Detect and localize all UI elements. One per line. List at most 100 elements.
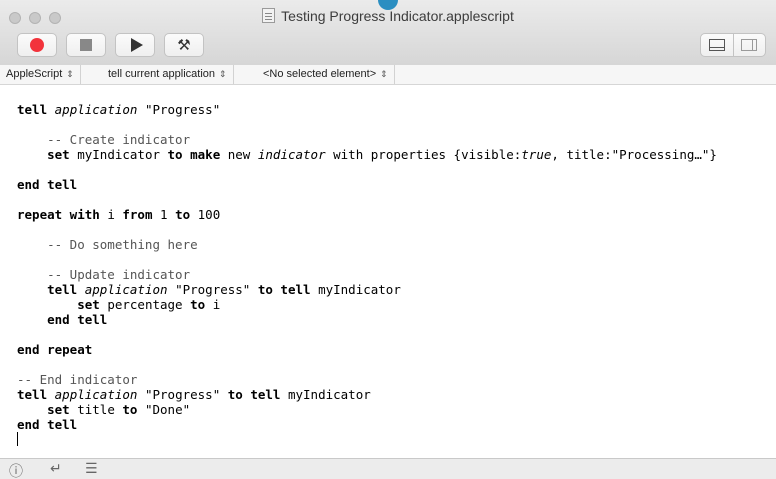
window-title: Testing Progress Indicator.applescript bbox=[0, 8, 776, 24]
list-icon[interactable]: ☰ bbox=[85, 461, 98, 477]
language-selector[interactable]: AppleScript ⇕ bbox=[0, 65, 81, 84]
keyword-token: from bbox=[122, 207, 153, 222]
code-editor[interactable]: tell application "Progress"​ -- Create i… bbox=[0, 85, 776, 458]
code-line: end tell bbox=[17, 177, 717, 192]
text-token: "Progress" bbox=[137, 387, 228, 402]
code-line: -- End indicator bbox=[17, 372, 717, 387]
keyword-token: set bbox=[47, 147, 70, 162]
info-icon[interactable]: ⓘ bbox=[9, 461, 23, 479]
code-line: ​ bbox=[17, 222, 717, 237]
code-line: -- Create indicator bbox=[17, 132, 717, 147]
keyword-token: to bbox=[190, 297, 206, 312]
window-title-text: Testing Progress Indicator.applescript bbox=[281, 8, 514, 24]
comment-token: -- Create indicator bbox=[17, 132, 191, 147]
language-label: AppleScript bbox=[6, 68, 63, 80]
code-line: tell application "Progress" to tell myIn… bbox=[17, 282, 717, 297]
element-selector[interactable]: <No selected element> ⇕ bbox=[257, 65, 395, 84]
view-segmented-control bbox=[700, 33, 766, 57]
code-line: -- Update indicator bbox=[17, 267, 717, 282]
code-line: set title to "Done" bbox=[17, 402, 717, 417]
target-selector[interactable]: tell current application ⇕ bbox=[102, 65, 234, 84]
comment-token: -- Update indicator bbox=[17, 267, 191, 282]
run-button[interactable] bbox=[115, 33, 155, 57]
chevron-updown-icon: ⇕ bbox=[219, 69, 227, 79]
text-token: myIndicator bbox=[69, 147, 168, 162]
play-icon bbox=[130, 38, 143, 52]
text-token: "Progress" bbox=[137, 102, 221, 117]
text-token: percentage bbox=[99, 297, 191, 312]
script-text: tell application "Progress"​ -- Create i… bbox=[17, 102, 717, 447]
document-icon bbox=[262, 8, 276, 23]
stop-button[interactable] bbox=[66, 33, 106, 57]
target-label: tell current application bbox=[108, 68, 216, 80]
text-token: title bbox=[69, 402, 123, 417]
code-line: repeat with i from 1 to 100 bbox=[17, 207, 717, 222]
code-line: tell application "Progress" to tell myIn… bbox=[17, 387, 717, 402]
show-bottom-pane-button[interactable] bbox=[701, 34, 733, 56]
bottom-pane-icon bbox=[708, 39, 725, 51]
keyword-token: to bbox=[167, 147, 183, 162]
chevron-updown-icon: ⇕ bbox=[380, 69, 388, 79]
keyword-token: to tell bbox=[257, 282, 311, 297]
text-token: i bbox=[205, 297, 221, 312]
code-line: end repeat bbox=[17, 342, 717, 357]
keyword-token: set bbox=[77, 297, 100, 312]
text-token: 1 bbox=[152, 207, 176, 222]
code-line: ​ bbox=[17, 117, 717, 132]
chevron-updown-icon: ⇕ bbox=[66, 69, 74, 79]
keyword-token: to tell bbox=[227, 387, 281, 402]
text-caret bbox=[17, 432, 18, 446]
code-line: ​ bbox=[17, 252, 717, 267]
class-token: true bbox=[521, 147, 552, 162]
script-editor-window: Testing Progress Indicator.applescript ⚒… bbox=[0, 0, 776, 479]
compile-button[interactable]: ⚒ bbox=[164, 33, 204, 57]
right-pane-icon bbox=[741, 39, 758, 51]
keyword-token: end tell bbox=[47, 312, 108, 327]
record-button[interactable] bbox=[17, 33, 57, 57]
text-token: i bbox=[99, 207, 123, 222]
keyword-token: end tell bbox=[17, 417, 78, 432]
code-line: ​ bbox=[17, 192, 717, 207]
text-token: "Done" bbox=[137, 402, 191, 417]
hammer-icon: ⚒ bbox=[177, 36, 191, 54]
keyword-token: to bbox=[175, 207, 191, 222]
status-bar: ⓘ ↵ ☰ bbox=[0, 458, 776, 479]
text-token: myIndicator bbox=[280, 387, 371, 402]
class-token: indicator bbox=[257, 147, 326, 162]
code-line: tell application "Progress" bbox=[17, 102, 717, 117]
code-line: set myIndicator to make new indicator wi… bbox=[17, 147, 717, 162]
keyword-token: make bbox=[190, 147, 221, 162]
text-token: myIndicator bbox=[310, 282, 401, 297]
navigation-bar: AppleScript ⇕ tell current application ⇕ <… bbox=[0, 65, 776, 85]
show-right-pane-button[interactable] bbox=[732, 34, 766, 56]
keyword-token: to bbox=[122, 402, 138, 417]
return-icon[interactable]: ↵ bbox=[50, 461, 62, 477]
keyword-token: end tell bbox=[17, 177, 78, 192]
class-token: application bbox=[84, 282, 168, 297]
title-bar: Testing Progress Indicator.applescript ⚒ bbox=[0, 0, 776, 66]
comment-token: -- Do something here bbox=[17, 237, 198, 252]
text-token: "Progress" bbox=[167, 282, 258, 297]
text-token: with properties {visible: bbox=[325, 147, 522, 162]
text-token: 100 bbox=[190, 207, 221, 222]
code-line: ​ bbox=[17, 357, 717, 372]
code-line: ​ bbox=[17, 162, 717, 177]
class-token: application bbox=[54, 387, 138, 402]
keyword-token: tell bbox=[17, 387, 48, 402]
element-label: <No selected element> bbox=[263, 68, 377, 80]
record-icon bbox=[30, 38, 44, 52]
text-token: , title:"Processing…"} bbox=[551, 147, 717, 162]
code-line: set percentage to i bbox=[17, 297, 717, 312]
class-token: application bbox=[54, 102, 138, 117]
stop-icon bbox=[80, 39, 92, 51]
code-line: end tell bbox=[17, 312, 717, 327]
